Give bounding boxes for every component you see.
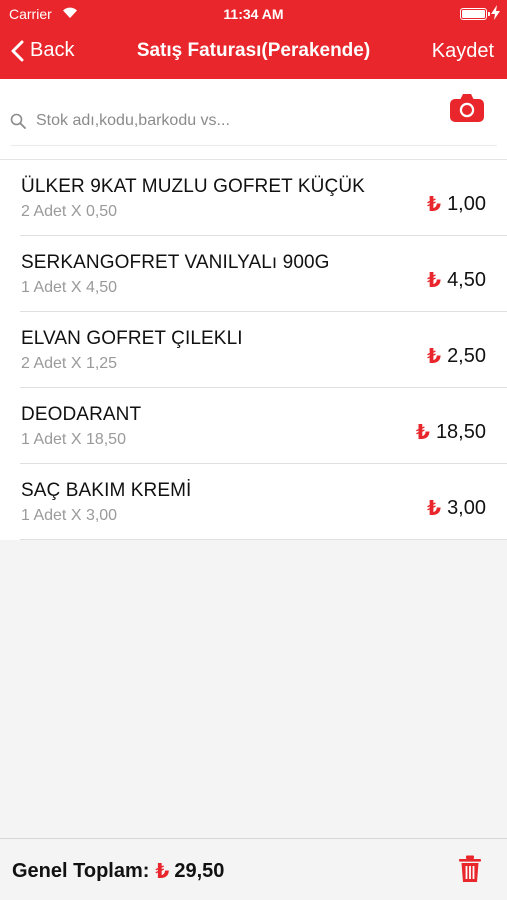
item-price-value: 18,50 <box>435 421 486 443</box>
list-item[interactable]: SERKANGOFRET VANILYALı 900G 1 Adet X 4,5… <box>0 236 507 312</box>
lira-icon: ₺ <box>427 498 442 520</box>
item-quantity: 1 Adet X 18,50 <box>21 431 126 448</box>
lira-icon: ₺ <box>155 861 170 883</box>
item-name: ELVAN GOFRET ÇILEKLI <box>21 328 243 349</box>
search-underline <box>10 145 497 146</box>
trash-icon[interactable] <box>458 855 482 883</box>
navigation-bar: Back Satış Faturası(Perakende) Kaydet <box>0 30 507 74</box>
list-item[interactable]: ÜLKER 9KAT MUZLU GOFRET KÜÇÜK 2 Adet X 0… <box>0 160 507 236</box>
item-name: DEODARANT <box>21 404 142 425</box>
item-quantity: 2 Adet X 0,50 <box>21 203 118 220</box>
search-area <box>0 79 507 160</box>
item-name: SAÇ BAKIM KREMİ <box>21 480 192 501</box>
grand-total-label: Genel Toplam: <box>12 860 150 882</box>
search-bar <box>10 107 450 135</box>
item-quantity: 1 Adet X 3,00 <box>21 507 118 524</box>
list-item[interactable]: ELVAN GOFRET ÇILEKLI 2 Adet X 1,25 ₺ 2,5… <box>0 312 507 388</box>
item-price: ₺ 18,50 <box>416 420 486 445</box>
item-quantity: 2 Adet X 1,25 <box>21 355 118 372</box>
status-bar: Carrier 11:34 AM <box>0 0 507 26</box>
charging-icon <box>491 5 500 20</box>
item-price: ₺ 4,50 <box>427 268 486 293</box>
item-name: ÜLKER 9KAT MUZLU GOFRET KÜÇÜK <box>21 176 365 197</box>
search-icon <box>10 113 26 129</box>
item-price-value: 2,50 <box>447 345 486 367</box>
back-label: Back <box>30 39 75 61</box>
item-price: ₺ 1,00 <box>427 192 486 217</box>
lira-icon: ₺ <box>427 194 442 216</box>
item-name: SERKANGOFRET VANILYALı 900G <box>21 252 330 273</box>
lira-icon: ₺ <box>427 346 442 368</box>
back-button[interactable]: Back <box>10 39 74 62</box>
footer-bar: Genel Toplam: ₺ 29,50 <box>0 838 507 900</box>
list-item[interactable]: DEODARANT 1 Adet X 18,50 ₺ 18,50 <box>0 388 507 464</box>
status-time: 11:34 AM <box>223 6 284 22</box>
item-quantity: 1 Adet X 4,50 <box>21 279 118 296</box>
item-price-value: 3,00 <box>447 497 486 519</box>
list-item[interactable]: SAÇ BAKIM KREMİ 1 Adet X 3,00 ₺ 3,00 <box>0 464 507 540</box>
battery-icon <box>460 8 490 20</box>
item-price-value: 1,00 <box>447 193 486 215</box>
chevron-left-icon <box>11 40 24 61</box>
lira-icon: ₺ <box>427 270 442 292</box>
invoice-items-list: ÜLKER 9KAT MUZLU GOFRET KÜÇÜK 2 Adet X 0… <box>0 160 507 540</box>
app-header: Carrier 11:34 AM Back Satış Faturası(Per… <box>0 0 507 79</box>
item-price-value: 4,50 <box>447 269 486 291</box>
grand-total-value: 29,50 <box>174 860 225 882</box>
camera-icon[interactable] <box>449 93 485 123</box>
grand-total: Genel Toplam: ₺ 29,50 <box>12 859 224 884</box>
search-input[interactable] <box>36 112 416 130</box>
save-button[interactable]: Kaydet <box>432 40 494 63</box>
item-price: ₺ 3,00 <box>427 496 486 521</box>
item-price: ₺ 2,50 <box>427 344 486 369</box>
lira-icon: ₺ <box>416 422 430 444</box>
